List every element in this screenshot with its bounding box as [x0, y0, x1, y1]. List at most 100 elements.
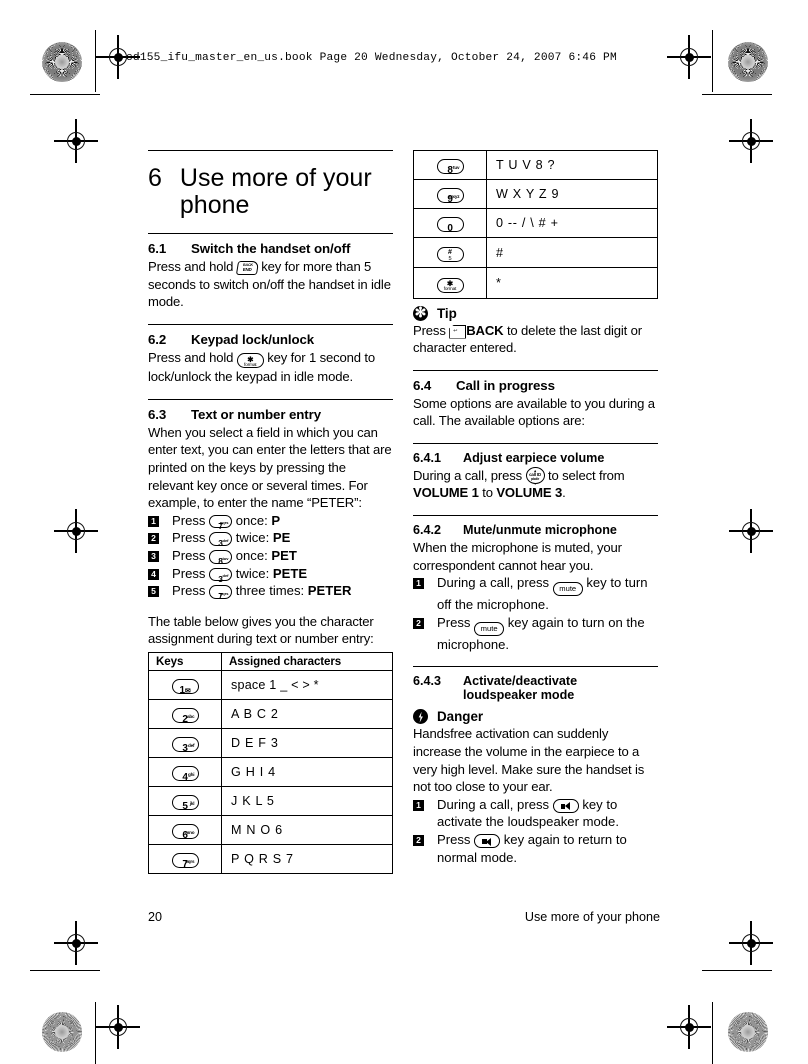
- table-cell-key: 1✉: [148, 670, 222, 700]
- crop-line-top-v-left: [95, 30, 97, 92]
- left-column: 6 Use more of your phone 6.1 Switch the …: [148, 150, 393, 874]
- table-row: 6 mno M N O 6: [148, 815, 393, 845]
- section-63-intro: When you select a field in which you can…: [148, 424, 392, 511]
- section-643-title-line1: Activate/deactivate: [463, 674, 578, 689]
- tip-asterisk-icon: ✻: [413, 304, 428, 321]
- crop-line-bottom-v-right: [712, 1002, 714, 1064]
- tip-back-label: BACK: [466, 322, 504, 338]
- table-cell-key: #5: [413, 237, 487, 268]
- table-cell-key: 7 pqrs: [148, 844, 222, 874]
- key-3-icon: 3 def: [209, 532, 233, 548]
- tip-label: Tip: [437, 305, 457, 321]
- print-header-line: cd155_ifu_master_en_us.book Page 20 Wedn…: [126, 52, 617, 64]
- registration-mark-upper-left: [54, 119, 98, 163]
- list-item: 4 Press 3 def twice: PETE: [148, 565, 393, 584]
- step-number: 1: [413, 578, 424, 590]
- key-4-icon: 4 ghi: [171, 766, 199, 783]
- table-header-row: Keys Assigned characters: [148, 652, 393, 671]
- loudspeaker-steps: 1 During a call, press key to activate th…: [413, 796, 658, 866]
- registration-mark-bottom-right: [667, 1005, 711, 1049]
- table-row: 9 wxyz W X Y Z 9: [413, 179, 658, 209]
- table-cell-chars: T U V 8 ?: [486, 150, 658, 180]
- step-pre: Press: [172, 583, 210, 599]
- table-cell-chars: J K L 5: [221, 786, 393, 816]
- list-item: 1 During a call, press mute key to turn o…: [413, 574, 658, 614]
- step-number: 2: [413, 617, 424, 629]
- step-number: 3: [148, 551, 159, 563]
- tip-heading: ✻ Tip: [413, 304, 658, 321]
- key-7-icon: 7 pqrs: [209, 585, 233, 601]
- section-642-number: 6.4.2: [413, 523, 442, 538]
- key-0-icon: 0: [436, 217, 464, 234]
- step-text: Press 7 pqrs three times: PETER: [172, 582, 393, 601]
- chapter-title: Use more of your phone: [179, 164, 372, 219]
- step-number: 2: [148, 533, 159, 545]
- list-item: 2 Press key again to return to normal mod…: [413, 831, 658, 866]
- registration-mark-lower-left: [54, 921, 98, 965]
- table-cell-chars: P Q R S 7: [221, 844, 393, 874]
- print-starburst-target-top-right: [728, 42, 768, 82]
- footer-page-number: 20: [148, 910, 163, 924]
- step-result: PETER: [307, 583, 352, 599]
- list-item: 1 Press 7 pqrs once: P: [148, 512, 393, 531]
- key-2-icon: 2 abc: [171, 708, 199, 725]
- section-62-heading: 6.2 Keypad lock/unlock: [148, 332, 393, 347]
- step-number: 1: [148, 515, 159, 527]
- step-text: Press 3 def twice: PETE: [172, 565, 393, 584]
- page-content: 6 Use more of your phone 6.1 Switch the …: [148, 150, 660, 940]
- table-row: #5 #: [413, 237, 658, 268]
- step-text: Press 3 def twice: PE: [172, 529, 393, 548]
- table-cell-key: 6 mno: [148, 815, 222, 845]
- crop-line-bottom-left-h: [30, 970, 100, 972]
- section-61-number: 6.1: [148, 241, 167, 256]
- mute-steps: 1 During a call, press mute key to turn o…: [413, 574, 658, 653]
- section-61-text-a: Press and hold: [148, 259, 237, 274]
- step-pre: Press: [437, 614, 475, 630]
- step-pre: Press: [172, 565, 210, 581]
- table-cell-chars: A B C 2: [221, 699, 393, 729]
- back-key-icon: ↩: [449, 324, 467, 339]
- key-7-icon: 7 pqrs: [171, 853, 199, 870]
- step-post: once:: [232, 512, 272, 528]
- section-643-heading: 6.4.3 Activate/deactivate loudspeaker mo…: [413, 674, 658, 702]
- table-row: 3 def D E F 3: [148, 728, 393, 758]
- table-row: 1✉ space 1 _ < > *: [148, 670, 393, 700]
- character-assignment-table-part2: 8 tuv T U V 8 ? 9 wxyz W X Y Z 9 0 0 -- / …: [413, 150, 658, 299]
- step-pre: Press: [437, 832, 475, 847]
- loudspeaker-key-icon: [552, 798, 579, 813]
- volume-navigation-key-icon: ▲ call ID pbdir ▼: [525, 466, 545, 486]
- step-pre: During a call, press: [437, 796, 553, 812]
- crop-line-top-v-right: [712, 30, 714, 92]
- key-7-icon: 7 pqrs: [209, 514, 233, 531]
- table-cell-key: 5 jkl: [148, 786, 222, 816]
- step-result: P: [271, 512, 281, 528]
- step-pre: Press: [172, 548, 210, 564]
- key-1-voicemail-icon: 1✉: [171, 679, 199, 696]
- table-cell-chars: 0 -- / \ # +: [486, 208, 658, 238]
- section-63-title: Text or number entry: [191, 406, 322, 422]
- step-text: Press key again to return to normal mode…: [437, 831, 658, 866]
- step-text: During a call, press key to activate the…: [437, 796, 658, 831]
- list-item: 1 During a call, press key to activate th…: [413, 796, 658, 831]
- key-3-icon: 3 def: [209, 567, 233, 584]
- step-post: three times:: [232, 583, 308, 599]
- table-cell-key: 2 abc: [148, 699, 222, 729]
- end-call-key-icon: BACK END: [235, 261, 259, 275]
- table-row: 8 tuv T U V 8 ?: [413, 150, 658, 180]
- section-62-text: Press and hold ✱ format key for 1 second …: [148, 349, 393, 386]
- chapter-top-rule: [148, 150, 393, 151]
- registration-mark-lower-right: [729, 921, 773, 965]
- danger-bolt-icon: [413, 709, 428, 725]
- table-cell-key: ✱ format: [413, 267, 487, 299]
- step-pre: During a call, press: [437, 575, 553, 591]
- step-result: PET: [271, 548, 297, 564]
- table-cell-key: 3 def: [148, 728, 222, 758]
- step-text: Press mute key again to turn on the micr…: [437, 614, 658, 654]
- step-post: twice:: [232, 565, 273, 581]
- section-62-text-a: Press and hold: [148, 349, 237, 365]
- table-row: 4 ghi G H I 4: [148, 757, 393, 787]
- section-642-text: When the microphone is muted, your corre…: [413, 540, 622, 573]
- section-643-title-line2: loudspeaker mode: [463, 688, 575, 703]
- right-column: 8 tuv T U V 8 ? 9 wxyz W X Y Z 9 0 0 -- / …: [413, 150, 658, 866]
- section-642-heading: 6.4.2 Mute/unmute microphone: [413, 523, 658, 537]
